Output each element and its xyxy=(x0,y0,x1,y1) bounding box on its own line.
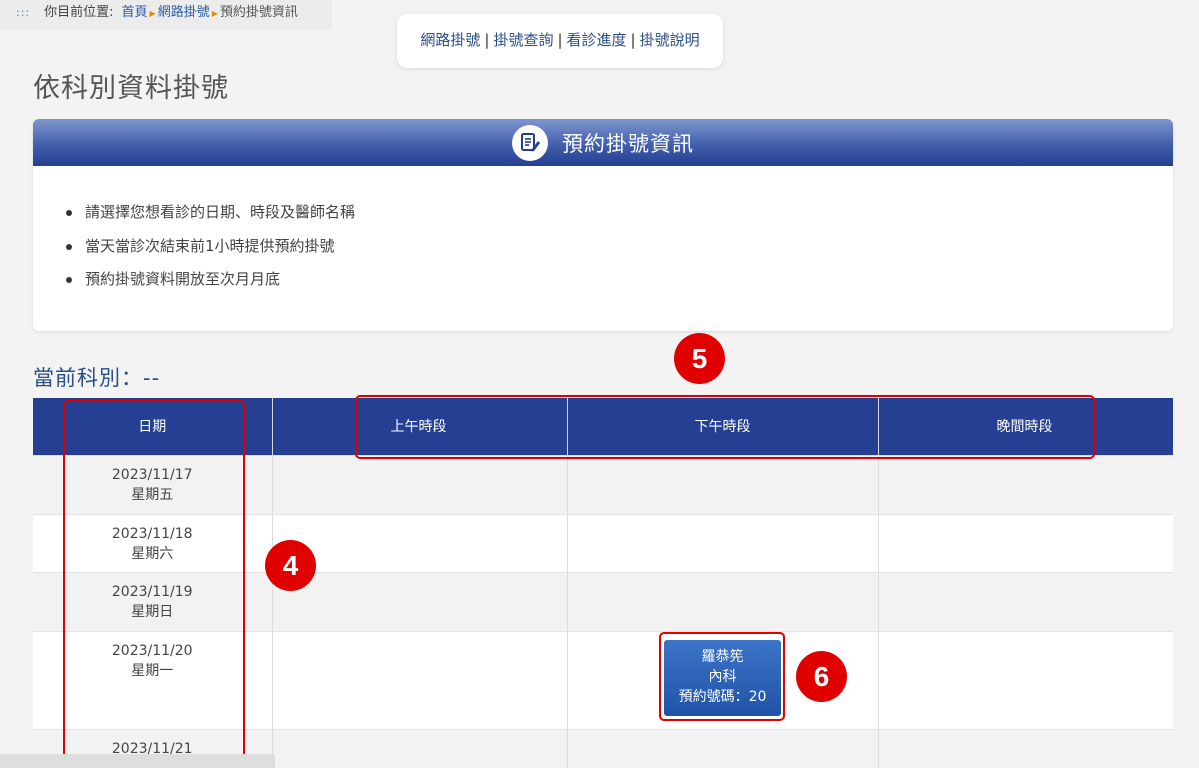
morning-slot xyxy=(271,728,567,768)
info-note: 當天當診次結束前1小時提供預約掛號 xyxy=(63,230,1173,264)
nav-registration-guide[interactable]: 掛號說明 xyxy=(640,31,700,49)
afternoon-slot xyxy=(566,728,878,768)
page-title: 依科別資料掛號 xyxy=(33,73,229,104)
morning-slot xyxy=(271,571,567,631)
nav-registration-query[interactable]: 掛號查詢 xyxy=(493,31,553,49)
annotation-marker-4: 4 xyxy=(265,540,316,591)
info-panel-title: 預約掛號資訊 xyxy=(562,131,694,156)
annotation-box-date-column xyxy=(63,400,245,758)
edit-document-icon xyxy=(512,124,548,161)
nav-online-registration[interactable]: 網路掛號 xyxy=(420,31,480,49)
evening-slot xyxy=(877,571,1173,631)
annotation-marker-5: 5 xyxy=(674,333,725,384)
morning-slot xyxy=(271,630,567,729)
evening-slot xyxy=(877,728,1173,768)
breadcrumb-label: 你目前位置: xyxy=(44,5,114,20)
nav-consultation-progress[interactable]: 看診進度 xyxy=(567,31,627,49)
horizontal-scrollbar[interactable] xyxy=(0,754,275,768)
breadcrumb-arrow-icon: ▶ xyxy=(149,9,156,18)
breadcrumb-home-link[interactable]: 首頁 xyxy=(122,5,148,20)
info-note: 預約掛號資料開放至次月月底 xyxy=(63,263,1173,297)
info-panel: 預約掛號資訊 請選擇您想看診的日期、時段及醫師名稱 當天當診次結束前1小時提供預… xyxy=(33,119,1173,331)
nav-separator: | xyxy=(557,31,563,49)
morning-slot xyxy=(271,454,567,514)
info-note: 請選擇您想看診的日期、時段及醫師名稱 xyxy=(63,196,1173,230)
breadcrumb-arrow-icon: ▶ xyxy=(211,9,218,18)
breadcrumb-current: 預約掛號資訊 xyxy=(219,5,298,20)
morning-slot xyxy=(271,513,567,572)
evening-slot xyxy=(877,630,1173,729)
top-navigation: 網路掛號 | 掛號查詢 | 看診進度 | 掛號說明 xyxy=(397,14,723,68)
info-notes-list: 請選擇您想看診的日期、時段及醫師名稱 當天當診次結束前1小時提供預約掛號 預約掛… xyxy=(33,166,1173,297)
nav-separator: | xyxy=(484,31,490,49)
afternoon-slot xyxy=(566,571,878,631)
current-department: 當前科別：-- xyxy=(33,366,161,390)
breadcrumb: ::: 你目前位置: 首頁 ▶ 網路掛號 ▶ 預約掛號資訊 xyxy=(0,0,332,30)
breadcrumb-dots: ::: xyxy=(16,6,31,19)
afternoon-slot xyxy=(566,513,878,572)
afternoon-slot xyxy=(566,454,878,514)
nav-separator: | xyxy=(630,31,636,49)
info-panel-header: 預約掛號資訊 xyxy=(33,119,1173,166)
annotation-marker-6: 6 xyxy=(796,651,847,702)
annotation-box-time-headers xyxy=(355,395,1095,459)
breadcrumb-online-registration-link[interactable]: 網路掛號 xyxy=(158,5,210,20)
annotation-box-appointment xyxy=(659,632,785,721)
evening-slot xyxy=(877,513,1173,572)
evening-slot xyxy=(877,454,1173,514)
